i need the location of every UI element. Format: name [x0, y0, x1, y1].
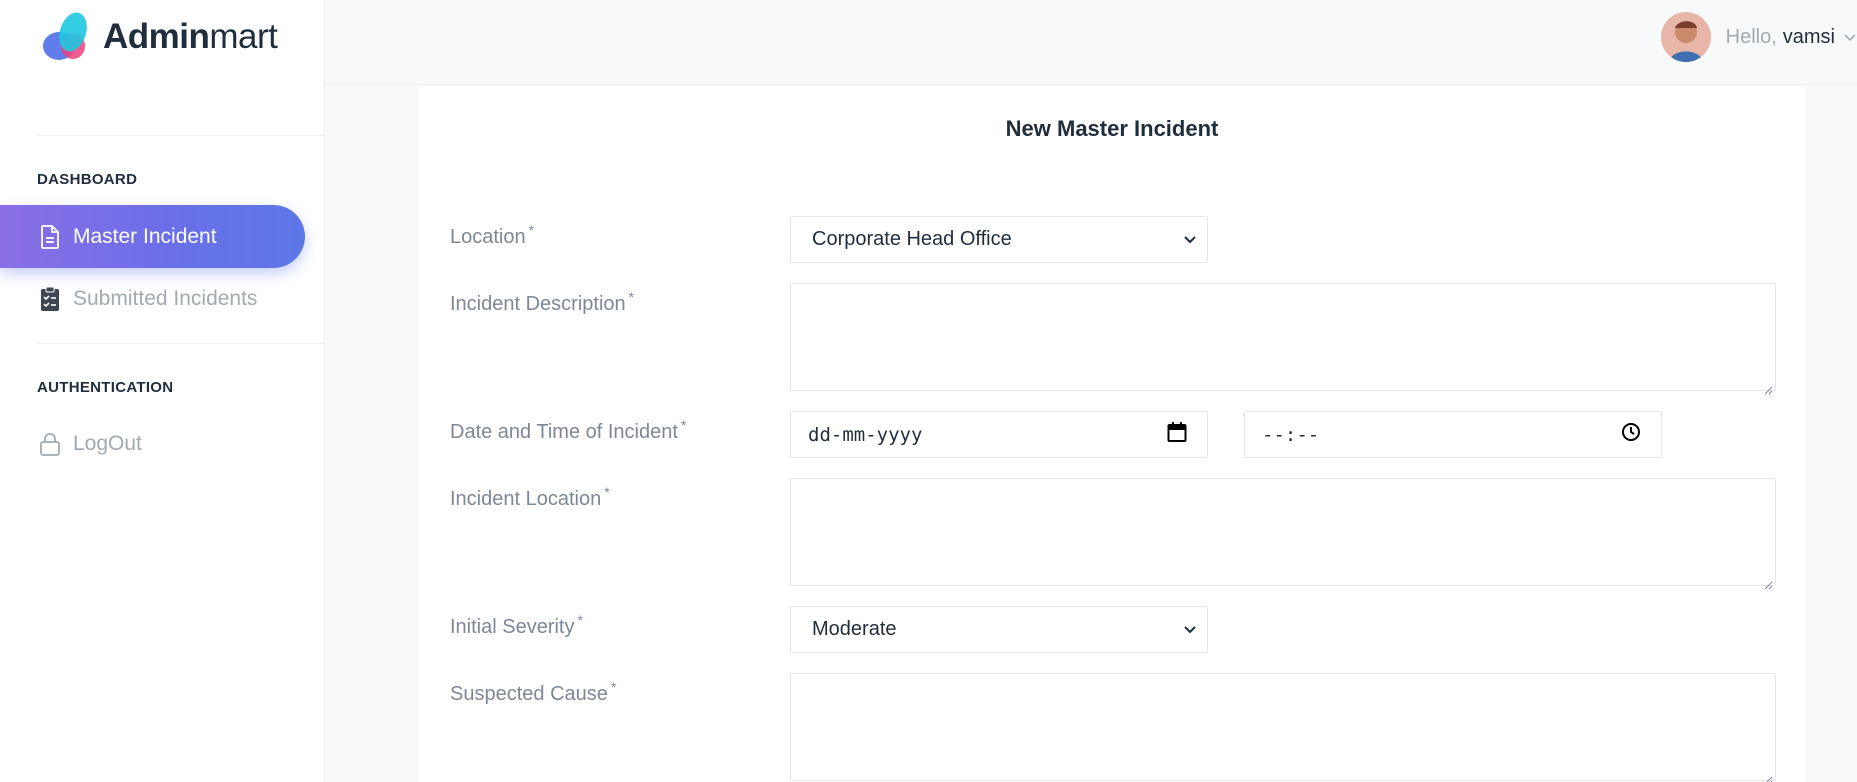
- incident-location-label: Incident Location *: [450, 484, 610, 510]
- location-select-value: Corporate Head Office: [812, 228, 1012, 250]
- lock-icon: [37, 431, 63, 457]
- time-input[interactable]: --:--: [1244, 411, 1662, 458]
- clock-icon[interactable]: [1621, 422, 1641, 447]
- resize-handle-icon[interactable]: [1763, 378, 1773, 395]
- username: vamsi: [1782, 25, 1835, 48]
- date-placeholder: dd-mm-yyyy: [808, 423, 923, 446]
- sidebar-item-label: LogOut: [73, 431, 142, 455]
- sidebar-divider: [37, 135, 324, 136]
- sidebar: Adminmart DASHBOARD Master Incident Subm…: [0, 0, 325, 782]
- chevron-down-icon: [1183, 618, 1197, 641]
- clipboard-check-icon: [37, 286, 63, 312]
- location-label: Location *: [450, 222, 535, 248]
- incident-location-textarea[interactable]: [790, 478, 1776, 590]
- sidebar-divider: [37, 343, 324, 344]
- resize-handle-icon[interactable]: [1763, 573, 1773, 590]
- cause-label: Suspected Cause *: [450, 679, 617, 705]
- location-select[interactable]: Corporate Head Office: [790, 216, 1208, 263]
- sidebar-item-label: Master Incident: [73, 224, 217, 248]
- sidebar-item-logout[interactable]: LogOut: [0, 412, 305, 475]
- datetime-label: Date and Time of Incident *: [450, 417, 687, 443]
- date-input[interactable]: dd-mm-yyyy: [790, 411, 1208, 458]
- sidebar-item-master-incident[interactable]: Master Incident: [0, 205, 305, 268]
- sidebar-section-authentication: AUTHENTICATION: [37, 379, 174, 396]
- brand-logo[interactable]: Adminmart: [37, 10, 278, 64]
- severity-select-value: Moderate: [812, 618, 897, 640]
- page-title: New Master Incident: [1005, 116, 1219, 141]
- calendar-icon[interactable]: [1167, 421, 1187, 448]
- incident-form-card: New Master Incident Location * Corporate …: [418, 86, 1806, 782]
- chevron-down-icon[interactable]: [1843, 27, 1857, 47]
- time-placeholder: --:--: [1262, 423, 1320, 446]
- greeting-text: Hello,: [1725, 25, 1777, 48]
- chevron-down-icon: [1183, 228, 1197, 251]
- sidebar-section-dashboard: DASHBOARD: [37, 171, 138, 188]
- user-menu[interactable]: Hello, vamsi: [1660, 12, 1857, 62]
- description-textarea[interactable]: [790, 283, 1776, 395]
- cause-textarea[interactable]: [790, 673, 1776, 782]
- file-text-icon: [37, 224, 63, 250]
- severity-select[interactable]: Moderate: [790, 606, 1208, 653]
- brand-name: Adminmart: [103, 17, 278, 56]
- avatar[interactable]: [1660, 12, 1711, 62]
- topbar: Hello, vamsi: [325, 0, 1857, 85]
- resize-handle-icon[interactable]: [1763, 768, 1773, 782]
- sidebar-item-label: Submitted Incidents: [73, 286, 258, 310]
- description-label: Incident Description *: [450, 289, 635, 315]
- severity-label: Initial Severity *: [450, 612, 583, 638]
- sidebar-item-submitted-incidents[interactable]: Submitted Incidents: [0, 267, 305, 330]
- butterfly-logo-icon: [37, 10, 97, 64]
